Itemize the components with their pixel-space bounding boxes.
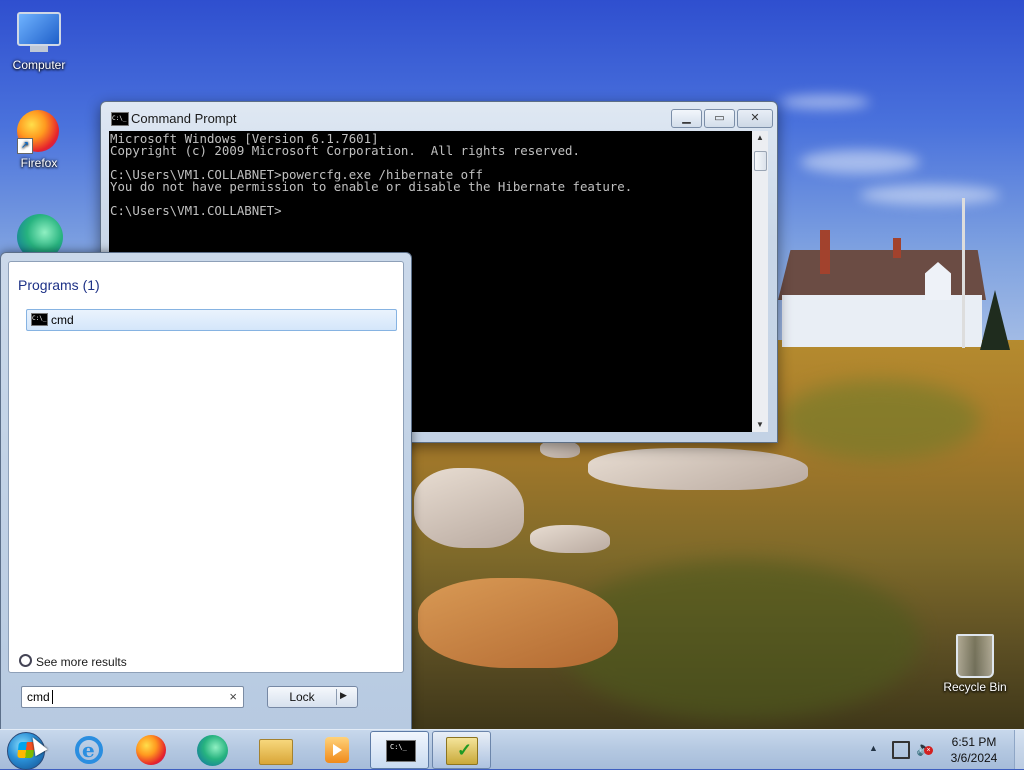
taskbar-media-player[interactable] — [311, 732, 361, 768]
minimize-button[interactable]: ▁ — [671, 109, 702, 128]
taskbar-internet-explorer[interactable]: e — [63, 732, 113, 768]
command-prompt-icon: C:\_ — [111, 112, 129, 126]
search-result-cmd[interactable]: C:\_ cmd — [26, 309, 397, 331]
see-more-results-link[interactable]: See more results — [19, 653, 127, 669]
programs-header: Programs (1) — [18, 277, 100, 293]
start-menu: Programs (1) C:\_ cmd See more results c… — [0, 252, 412, 730]
text-caret — [52, 690, 53, 704]
file-explorer-icon — [259, 739, 293, 765]
maximize-button[interactable]: ▭ — [704, 109, 735, 128]
lock-button-label: Lock — [289, 690, 315, 704]
wallpaper-grass — [780, 380, 980, 460]
power-options-arrow-icon[interactable]: ▶ — [340, 690, 347, 701]
wallpaper-chimney — [893, 238, 901, 258]
vertical-scrollbar[interactable]: ▲ ▼ — [752, 131, 768, 432]
wallpaper-cloud — [800, 150, 920, 174]
shortcut-arrow-icon: ↗ — [17, 138, 33, 154]
scroll-down-icon[interactable]: ▼ — [752, 418, 768, 432]
wallpaper-house — [782, 295, 982, 347]
scroll-thumb[interactable] — [754, 151, 767, 171]
window-titlebar[interactable]: C:\_ Command Prompt ▁ ▭ ✕ — [101, 102, 777, 130]
wallpaper-rock — [418, 578, 618, 668]
close-icon: ✕ — [750, 112, 760, 124]
desktop-icon-firefox[interactable]: ↗ Firefox — [1, 110, 77, 170]
checkmark-icon: ✓ — [457, 740, 473, 760]
desktop-icon-label: Firefox — [20, 156, 58, 170]
computer-icon — [17, 12, 61, 56]
search-result-label: cmd — [51, 313, 74, 327]
taskbar-action-center[interactable]: ✓ — [432, 731, 491, 769]
network-icon[interactable] — [892, 741, 910, 759]
scroll-up-icon[interactable]: ▲ — [752, 131, 768, 145]
wallpaper-flagpole — [962, 198, 965, 348]
desktop-icon-label: Recycle Bin — [943, 680, 1007, 694]
clock-time: 6:51 PM — [951, 735, 997, 749]
desktop-icon-recycle-bin[interactable]: Recycle Bin — [937, 632, 1013, 694]
lock-button[interactable]: Lock ▶ — [267, 686, 358, 708]
firefox-icon — [136, 735, 166, 765]
wallpaper-rock — [530, 525, 610, 553]
cmd-icon: C:\_ — [31, 313, 48, 326]
volume-muted-icon: × — [924, 746, 933, 755]
wallpaper-rock — [414, 468, 524, 548]
firefox-icon: ↗ — [17, 110, 61, 154]
close-button[interactable]: ✕ — [737, 109, 773, 128]
recycle-bin-icon — [953, 634, 997, 678]
see-more-label: See more results — [36, 655, 127, 669]
taskbar-clock[interactable]: 6:51 PM 3/6/2024 — [940, 734, 1008, 766]
minimize-icon: ▁ — [682, 112, 691, 124]
start-menu-results-pane: Programs (1) C:\_ cmd See more results — [8, 261, 404, 673]
search-input-value: cmd — [27, 690, 50, 704]
command-prompt-icon: C:\_ — [386, 740, 416, 762]
desktop-icon-computer[interactable]: Computer — [1, 8, 77, 72]
search-icon — [19, 654, 32, 667]
maximize-icon: ▭ — [714, 112, 725, 124]
clear-search-icon[interactable]: × — [229, 689, 237, 704]
wallpaper-cloud — [860, 185, 1000, 205]
wallpaper-chimney — [820, 230, 830, 274]
clock-date: 3/6/2024 — [950, 751, 998, 765]
taskbar: e C:\_ ✓ ▲ 🔈 × 6:51 PM 3/6/2024 — [0, 729, 1024, 770]
taskbar-command-prompt[interactable]: C:\_ — [370, 731, 429, 769]
console-text: Microsoft Windows [Version 6.1.7601] Cop… — [110, 131, 633, 218]
taskbar-edge[interactable] — [187, 732, 237, 768]
desktop-icon-label: Computer — [12, 58, 66, 72]
taskbar-firefox[interactable] — [125, 732, 175, 768]
show-hidden-icons-icon[interactable]: ▲ — [869, 743, 878, 753]
lock-button-separator — [336, 689, 337, 705]
wallpaper-house-roof — [778, 250, 986, 300]
taskbar-file-explorer[interactable] — [249, 732, 299, 768]
wallpaper-rock — [588, 448, 808, 490]
show-desktop-button[interactable] — [1014, 730, 1024, 769]
edge-icon — [197, 735, 228, 766]
window-title: Command Prompt — [131, 111, 237, 126]
start-search-input[interactable]: cmd × — [21, 686, 244, 708]
wallpaper-cloud — [780, 95, 870, 109]
